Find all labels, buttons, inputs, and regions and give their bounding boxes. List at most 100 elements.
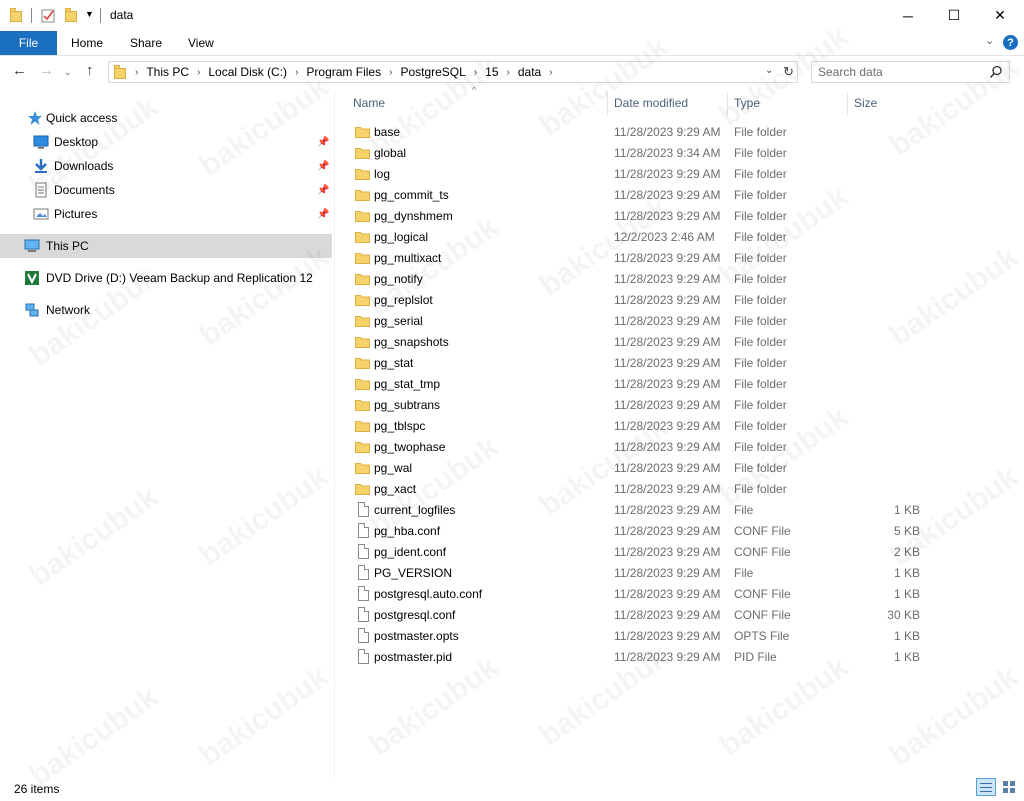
nav-item-dvd-drive[interactable]: DVD Drive (D:) Veeam Backup and Replicat… [0, 266, 332, 290]
folder-row[interactable]: pg_stat 11/28/2023 9:29 AM File folder [352, 352, 932, 373]
nav-item-pictures[interactable]: Pictures 📌 [0, 202, 332, 226]
column-header-date-modified[interactable]: Date modified [614, 96, 688, 110]
file-row[interactable]: postgresql.conf 11/28/2023 9:29 AM CONF Fi… [352, 604, 932, 625]
file-size: 1 KB [893, 566, 920, 580]
breadcrumb-chevron-icon[interactable]: › [474, 67, 477, 78]
folder-row[interactable]: pg_wal 11/28/2023 9:29 AM File folder [352, 457, 932, 478]
recent-locations-chevron-icon[interactable]: ⌄ [64, 67, 72, 78]
file-date-modified: 11/28/2023 9:29 AM [614, 503, 721, 517]
search-input[interactable] [812, 62, 982, 82]
breadcrumb-15[interactable]: 15 [485, 65, 498, 79]
file-row[interactable]: pg_hba.conf 11/28/2023 9:29 AM CONF File 5 … [352, 520, 932, 541]
folder-row[interactable]: pg_replslot 11/28/2023 9:29 AM File folder [352, 289, 932, 310]
file-row[interactable]: PG_VERSION 11/28/2023 9:29 AM File 1 KB [352, 562, 932, 583]
search-icon[interactable] [989, 65, 1003, 79]
nav-item-downloads[interactable]: Downloads 📌 [0, 154, 332, 178]
folder-row[interactable]: pg_notify 11/28/2023 9:29 AM File folder [352, 268, 932, 289]
breadcrumb-chevron-icon[interactable]: › [507, 67, 510, 78]
column-header-type[interactable]: Type [734, 96, 760, 110]
address-bar[interactable]: › This PC › Local Disk (C:) › Program Fi… [108, 61, 798, 83]
file-name: pg_notify [374, 272, 423, 286]
column-header-name[interactable]: Name [353, 96, 385, 110]
nav-item-network[interactable]: Network [0, 298, 332, 322]
column-divider[interactable] [847, 92, 848, 116]
breadcrumb-chevron-icon[interactable]: › [549, 67, 552, 78]
folder-row[interactable]: pg_logical 12/2/2023 2:46 AM File folder [352, 226, 932, 247]
nav-item-documents[interactable]: Documents 📌 [0, 178, 332, 202]
customize-quick-access-icon[interactable]: ▼ [85, 9, 94, 19]
network-icon [25, 303, 39, 317]
breadcrumb-chevron-icon[interactable]: › [295, 67, 298, 78]
file-date-modified: 11/28/2023 9:29 AM [614, 335, 721, 349]
nav-item-quick-access[interactable]: Quick access [0, 106, 332, 130]
breadcrumb-this-pc[interactable]: This PC [146, 65, 189, 79]
expand-ribbon-chevron-icon[interactable]: ⌄ [985, 34, 994, 47]
tab-share[interactable]: Share [130, 36, 162, 50]
folder-row[interactable]: base 11/28/2023 9:29 AM File folder [352, 121, 932, 142]
folder-row[interactable]: pg_multixact 11/28/2023 9:29 AM File folde… [352, 247, 932, 268]
folder-row[interactable]: pg_tblspc 11/28/2023 9:29 AM File folder [352, 415, 932, 436]
pin-icon[interactable]: 📌 [317, 137, 329, 148]
large-icons-view-icon[interactable] [1000, 778, 1018, 796]
column-divider[interactable] [607, 92, 608, 116]
address-dropdown-chevron-icon[interactable]: ⌄ [765, 65, 773, 76]
tab-view[interactable]: View [188, 36, 214, 50]
up-arrow-icon[interactable]: ↑ [86, 62, 94, 79]
pane-divider[interactable] [334, 92, 335, 777]
breadcrumb-data[interactable]: data [518, 65, 541, 79]
file-name: pg_twophase [374, 440, 446, 454]
back-arrow-icon[interactable]: ← [12, 62, 27, 79]
pin-icon[interactable]: 📌 [317, 185, 329, 196]
nav-label: Pictures [54, 207, 98, 221]
refresh-icon[interactable]: ↻ [783, 64, 794, 80]
properties-checkmark-icon[interactable] [41, 8, 56, 23]
file-size: 1 KB [893, 587, 920, 601]
column-header-size[interactable]: Size [854, 96, 877, 110]
file-row[interactable]: postmaster.pid 11/28/2023 9:29 AM PID File… [352, 646, 932, 667]
folder-row[interactable]: pg_commit_ts 11/28/2023 9:29 AM File folde… [352, 184, 932, 205]
pin-icon[interactable]: 📌 [317, 209, 329, 220]
folder-row[interactable]: log 11/28/2023 9:29 AM File folder [352, 163, 932, 184]
breadcrumb-chevron-icon[interactable]: › [389, 67, 392, 78]
new-folder-icon[interactable] [65, 8, 77, 22]
folder-icon [354, 271, 370, 287]
folder-row[interactable]: pg_serial 11/28/2023 9:29 AM File folder [352, 310, 932, 331]
file-row[interactable]: current_logfiles 11/28/2023 9:29 AM File 1 … [352, 499, 932, 520]
folder-row[interactable]: pg_twophase 11/28/2023 9:29 AM File folder [352, 436, 932, 457]
nav-item-this-pc[interactable]: This PC [0, 234, 332, 258]
breadcrumb-chevron-icon[interactable]: › [135, 67, 138, 78]
nav-item-desktop[interactable]: Desktop 📌 [0, 130, 332, 154]
file-row[interactable]: pg_ident.conf 11/28/2023 9:29 AM CONF File… [352, 541, 932, 562]
tab-file[interactable]: File [0, 31, 57, 55]
minimize-button[interactable]: ─ [885, 0, 931, 31]
folder-row[interactable]: pg_snapshots 11/28/2023 9:29 AM File folde… [352, 331, 932, 352]
close-button[interactable]: ✕ [977, 0, 1023, 31]
folder-row[interactable]: pg_xact 11/28/2023 9:29 AM File folder [352, 478, 932, 499]
search-box[interactable] [811, 61, 1010, 83]
breadcrumb-program-files[interactable]: Program Files [306, 65, 381, 79]
help-icon[interactable]: ? [1003, 35, 1018, 50]
folder-row[interactable]: global 11/28/2023 9:34 AM File folder [352, 142, 932, 163]
file-name: current_logfiles [374, 503, 456, 517]
file-row[interactable]: postgresql.auto.conf 11/28/2023 9:29 AM CO… [352, 583, 932, 604]
breadcrumb-postgresql[interactable]: PostgreSQL [400, 65, 465, 79]
maximize-button[interactable]: ☐ [931, 0, 977, 31]
folder-row[interactable]: pg_stat_tmp 11/28/2023 9:29 AM File folder [352, 373, 932, 394]
column-divider[interactable] [727, 92, 728, 116]
file-row[interactable]: postmaster.opts 11/28/2023 9:29 AM OPTS Fi… [352, 625, 932, 646]
desktop-icon [33, 135, 49, 149]
breadcrumb-local-disk[interactable]: Local Disk (C:) [208, 65, 287, 79]
tab-home[interactable]: Home [71, 36, 103, 50]
folder-row[interactable]: pg_dynshmem 11/28/2023 9:29 AM File folder [352, 205, 932, 226]
folder-row[interactable]: pg_subtrans 11/28/2023 9:29 AM File folder [352, 394, 932, 415]
file-date-modified: 11/28/2023 9:29 AM [614, 587, 721, 601]
forward-arrow-icon[interactable]: → [39, 62, 54, 79]
pin-icon[interactable]: 📌 [317, 161, 329, 172]
file-date-modified: 11/28/2023 9:29 AM [614, 314, 721, 328]
details-view-icon[interactable] [976, 778, 996, 796]
breadcrumb-chevron-icon[interactable]: › [197, 67, 200, 78]
nav-label: Network [46, 303, 91, 317]
nav-label: This PC [46, 239, 89, 253]
file-type: File folder [734, 440, 787, 454]
file-type: File folder [734, 461, 787, 475]
